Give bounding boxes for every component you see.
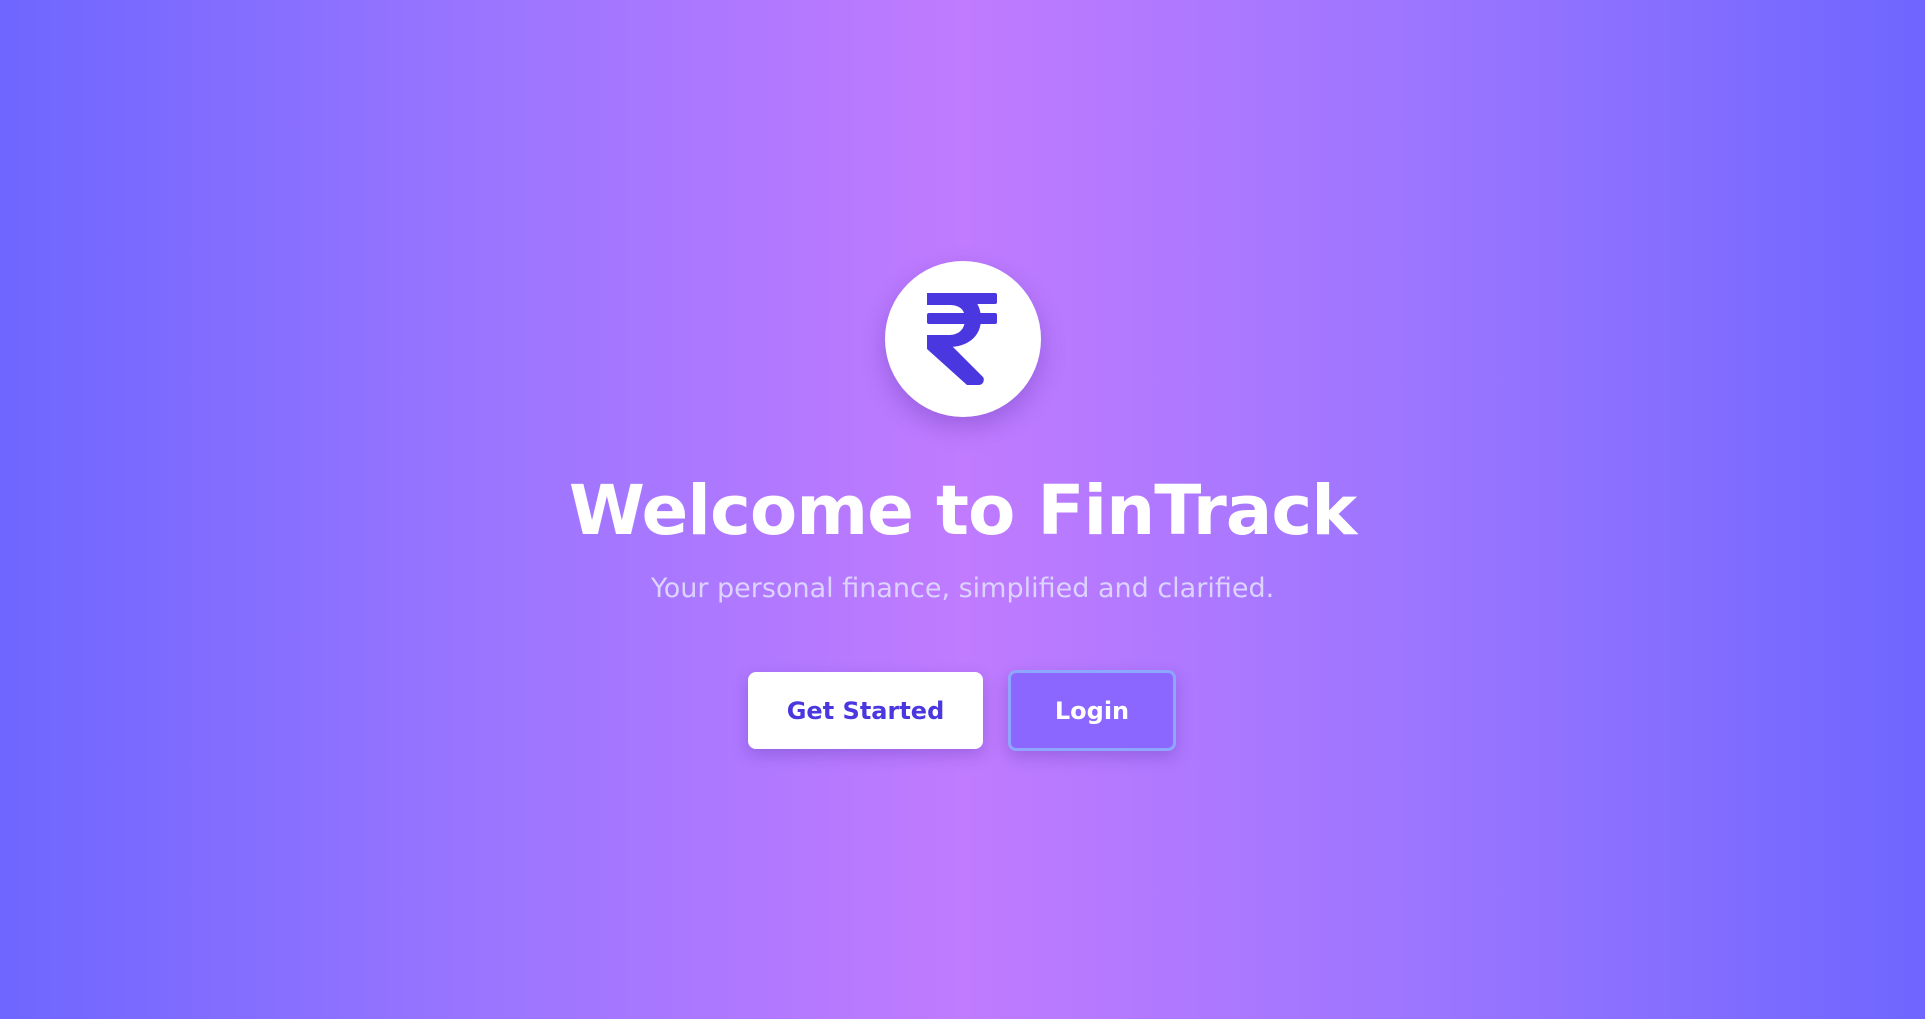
- landing-hero: Welcome to FinTrack Your personal financ…: [0, 0, 1925, 1019]
- get-started-button[interactable]: Get Started: [748, 672, 983, 749]
- page-title: Welcome to FinTrack: [568, 471, 1357, 551]
- login-button[interactable]: Login: [1008, 670, 1176, 751]
- rupee-icon: [927, 293, 997, 385]
- app-logo: [885, 261, 1041, 417]
- page-subtitle: Your personal finance, simplified and cl…: [650, 573, 1275, 604]
